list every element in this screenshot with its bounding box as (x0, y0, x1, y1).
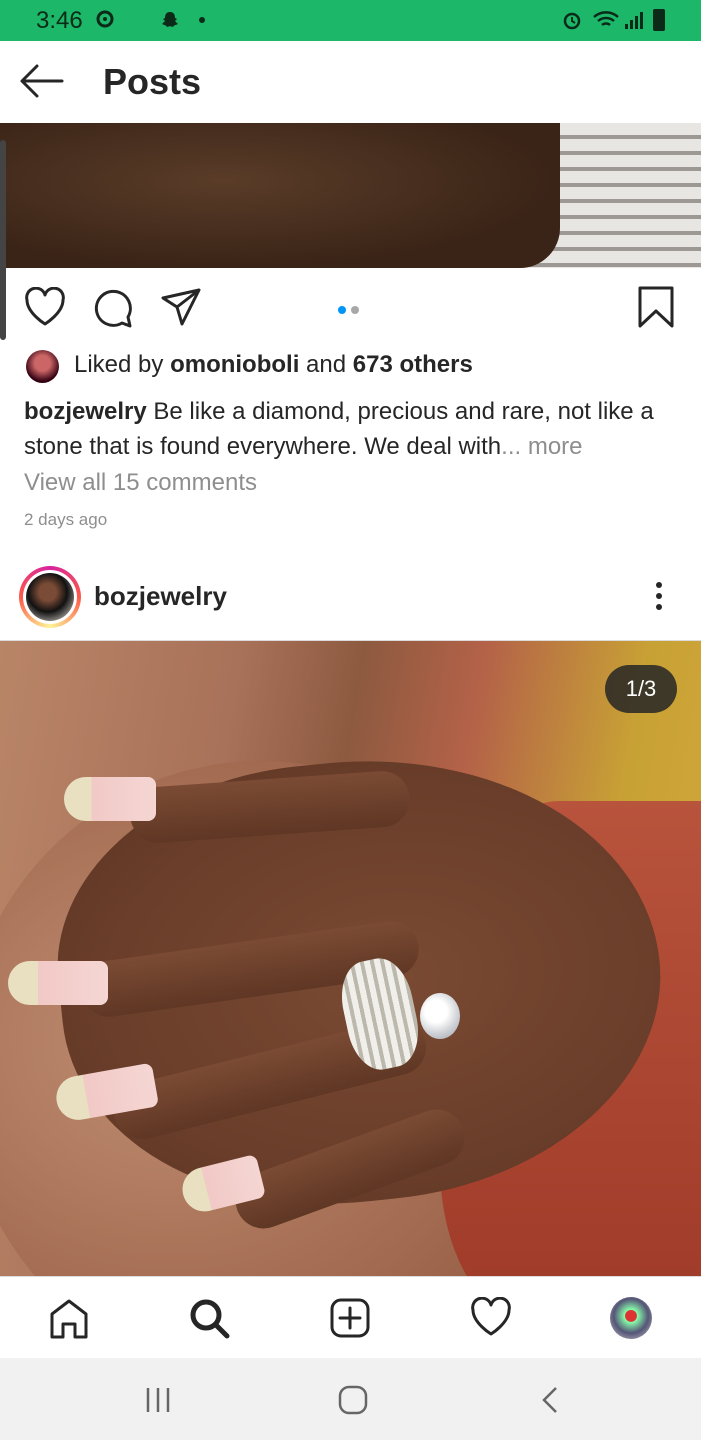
alarm-icon (562, 10, 581, 30)
caption-username[interactable]: bozjewelry (24, 398, 147, 425)
post-timestamp: 2 days ago (24, 510, 108, 529)
search-icon[interactable] (188, 1297, 230, 1344)
likes-summary[interactable]: Liked by omonioboli and 673 others (74, 351, 473, 379)
heart-icon[interactable] (24, 287, 66, 327)
top-app-bar: Posts (0, 41, 701, 123)
add-icon[interactable] (329, 1297, 371, 1344)
signal-icon (624, 10, 646, 29)
liked-by-user[interactable]: omonioboli (170, 351, 299, 378)
avatar[interactable] (26, 573, 74, 621)
back-arrow-icon[interactable] (18, 61, 64, 101)
page-title: Posts (103, 61, 202, 102)
snapchat-notification-icon (160, 10, 178, 28)
caption-more-link[interactable]: more (528, 433, 583, 460)
carousel-counter: 1/3 (605, 665, 677, 713)
carousel-dot-active (338, 306, 346, 314)
post-image-previous[interactable] (0, 123, 701, 268)
wifi-icon (592, 10, 620, 28)
post-username[interactable]: bozjewelry (94, 581, 227, 612)
likes-others[interactable]: 673 others (353, 351, 473, 378)
activity-heart-icon[interactable] (470, 1296, 512, 1342)
more-vertical-icon[interactable] (648, 580, 670, 612)
image-nail (64, 777, 156, 821)
recent-apps-icon[interactable] (144, 1386, 172, 1419)
image-diamond (420, 993, 460, 1039)
system-navigation-bar (0, 1358, 701, 1440)
carousel-indicator (338, 301, 364, 319)
scrollbar[interactable] (0, 140, 6, 340)
view-comments-link[interactable]: View all 15 comments (24, 469, 257, 497)
home-icon[interactable] (48, 1297, 90, 1344)
profile-tab-avatar[interactable] (610, 1297, 652, 1339)
caption-ellipsis: ... (501, 433, 528, 460)
liker-avatar[interactable] (26, 350, 59, 383)
bookmark-icon[interactable] (636, 285, 676, 329)
settings-notification-icon (96, 10, 114, 28)
bottom-navigation (0, 1276, 701, 1359)
post-image[interactable] (0, 641, 701, 1276)
comment-icon[interactable] (92, 287, 134, 329)
home-system-icon[interactable] (338, 1385, 368, 1420)
image-subject (0, 123, 560, 268)
status-time: 3:46 (36, 7, 83, 34)
share-icon[interactable] (160, 287, 202, 327)
likes-mid: and (299, 351, 353, 378)
likes-prefix: Liked by (74, 351, 171, 378)
carousel-dot (351, 306, 359, 314)
image-nail (8, 961, 108, 1005)
status-bar: 3:46 (0, 0, 701, 41)
post-caption: bozjewelry Be like a diamond, precious a… (24, 394, 684, 464)
battery-icon (653, 9, 665, 31)
notification-dot-icon (199, 17, 205, 23)
back-system-icon[interactable] (540, 1386, 560, 1419)
